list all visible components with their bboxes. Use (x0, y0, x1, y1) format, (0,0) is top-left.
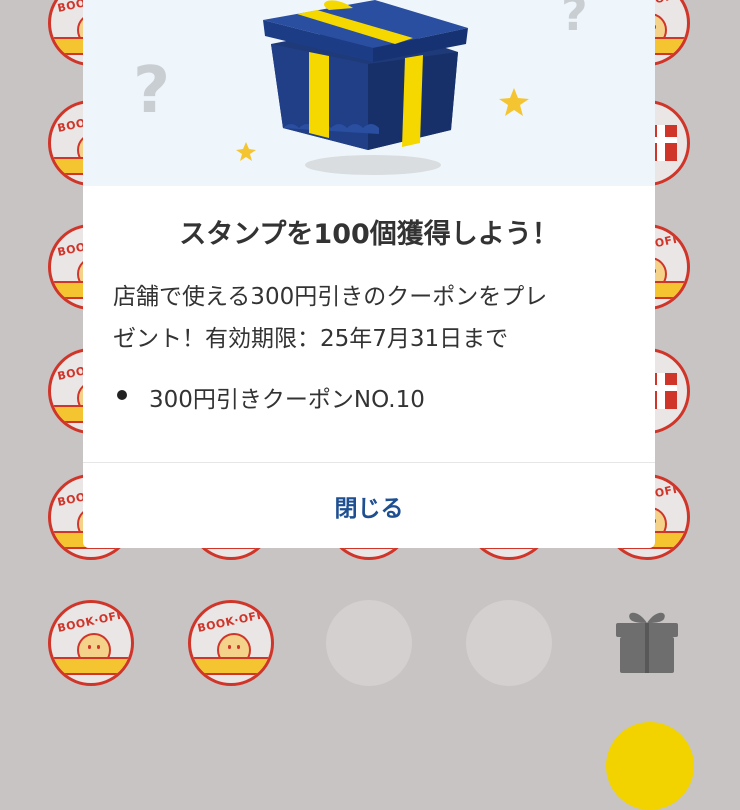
stamp-brand-text: BOOK·OFF (56, 608, 126, 635)
reward-item-label: 300円引きクーポンNO.10 (149, 387, 425, 413)
stamp-collected: BOOK·OFF (48, 600, 134, 686)
svg-text:?: ? (133, 54, 170, 128)
stamp-collected: BOOK·OFF (188, 600, 274, 686)
floating-action-button[interactable] (606, 722, 694, 810)
modal-title: スタンプを100個獲得しよう！ (179, 219, 559, 250)
reward-list: 300円引きクーポンNO.10 (113, 380, 425, 414)
reward-modal: ? ? スタンプを100個獲得しよう！ 店舗で使える300円引きのクーポンをプレ… (83, 0, 655, 548)
modal-description: 店舗で使える300円引きのクーポンをプレ ゼント！有効期限：25年7月31日まで (113, 276, 613, 360)
modal-description-line: ゼント！有効期限：25年7月31日まで (113, 326, 509, 352)
svg-text:?: ? (561, 0, 588, 41)
gift-box-icon: ? ? (133, 0, 588, 175)
grey-gift-icon (616, 612, 678, 673)
modal-hero-illustration: ? ? (83, 0, 655, 186)
stamp-empty-slot (466, 600, 552, 686)
close-button[interactable]: 閉じる (83, 463, 655, 548)
bullet-icon (117, 390, 127, 400)
stamp-brand-text: BOOK·OFF (196, 608, 266, 635)
modal-description-line: 店舗で使える300円引きのクーポンをプレ (113, 284, 548, 310)
stamp-empty-slot (326, 600, 412, 686)
reward-list-item: 300円引きクーポンNO.10 (113, 380, 425, 414)
